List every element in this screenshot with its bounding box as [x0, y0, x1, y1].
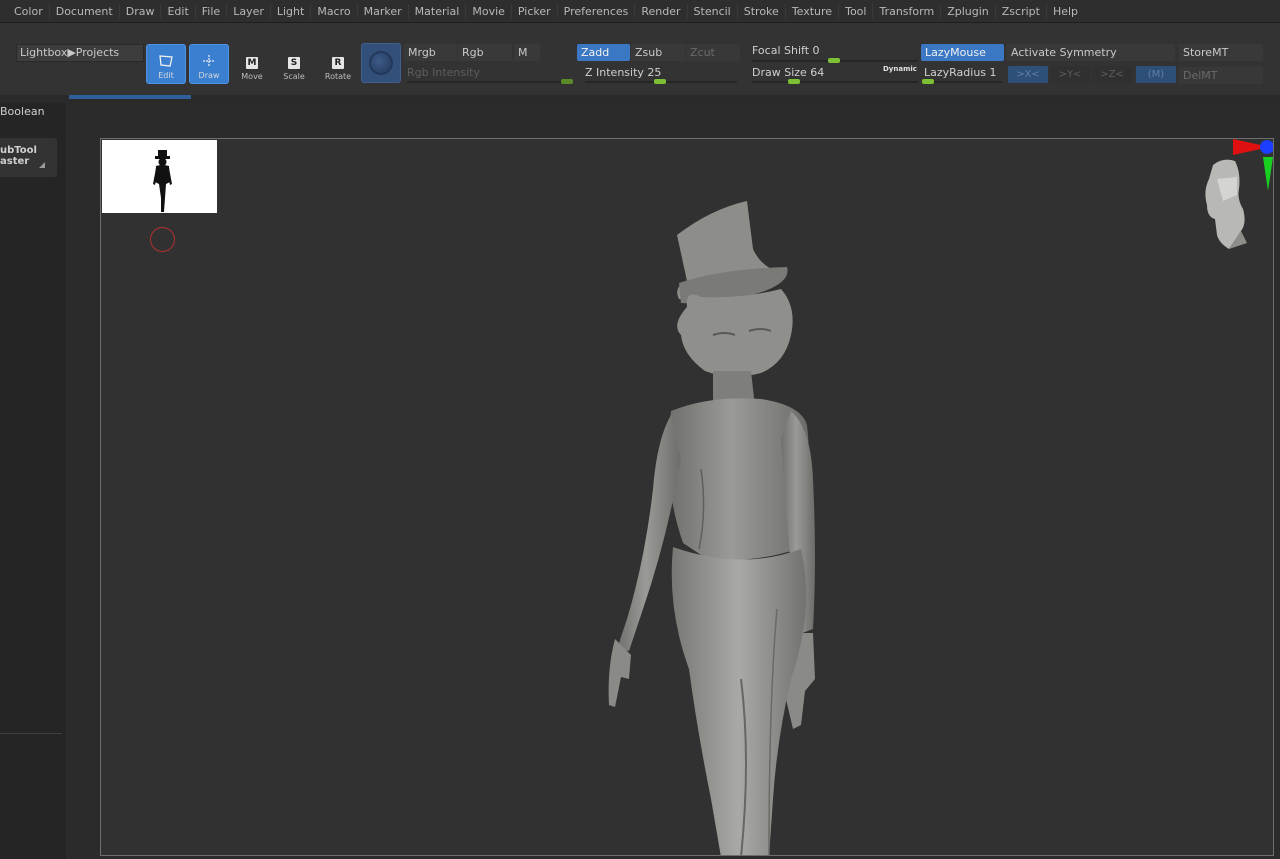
menu-marker[interactable]: Marker	[358, 0, 408, 23]
lazymouse-button[interactable]: LazyMouse	[921, 44, 1004, 61]
symmetry-x-button[interactable]: >X<	[1008, 66, 1048, 83]
menu-zscript[interactable]: Zscript	[996, 0, 1046, 23]
draw-icon	[200, 54, 218, 68]
menu-bar: Color Document Draw Edit File Layer Light Macro…	[0, 0, 1280, 23]
left-tray: Boolean ubTool aster	[0, 103, 66, 859]
menu-transform[interactable]: Transform	[873, 0, 940, 23]
rgb-intensity-knob[interactable]	[561, 79, 573, 84]
tray-divider	[0, 733, 62, 734]
move-icon: M	[246, 57, 258, 69]
rotate-icon: R	[332, 57, 344, 69]
orientation-head-icon[interactable]	[1183, 139, 1273, 259]
top-shelf: Lightbox▶Projects Edit Draw M Move S Sca…	[0, 23, 1280, 95]
zadd-button[interactable]: Zadd	[577, 44, 630, 61]
menu-tool[interactable]: Tool	[839, 0, 872, 23]
material-sphere-icon	[369, 51, 393, 75]
menu-file[interactable]: File	[196, 0, 226, 23]
shelf-strip	[0, 95, 1280, 103]
menu-macro[interactable]: Macro	[311, 0, 356, 23]
focal-shift-label: Focal Shift 0	[752, 44, 820, 57]
draw-size-knob[interactable]	[788, 79, 800, 84]
z-intensity-knob[interactable]	[654, 79, 666, 84]
zsub-button[interactable]: Zsub	[631, 44, 685, 61]
rotate-label: Rotate	[324, 72, 352, 81]
m-button[interactable]: M	[514, 44, 540, 61]
draw-size-slider[interactable]	[752, 81, 918, 83]
rgb-intensity-slider[interactable]	[407, 81, 573, 83]
menu-preferences[interactable]: Preferences	[558, 0, 635, 23]
subtool-master-line1: ubTool	[0, 145, 37, 156]
subtool-master-line2: aster	[0, 156, 30, 167]
edit-icon	[157, 54, 175, 68]
progress-bar	[69, 95, 191, 99]
move-label: Move	[241, 72, 263, 81]
menu-color[interactable]: Color	[8, 0, 49, 23]
zcut-button[interactable]: Zcut	[686, 44, 740, 61]
menu-material[interactable]: Material	[409, 0, 466, 23]
sculpt-model[interactable]	[101, 139, 1274, 856]
scale-button[interactable]: S Scale	[274, 44, 314, 84]
draw-size-label: Draw Size 64	[752, 66, 825, 79]
edit-label: Edit	[158, 71, 174, 80]
menu-edit[interactable]: Edit	[161, 0, 194, 23]
boolean-button[interactable]: Boolean	[0, 105, 45, 118]
lazyradius-knob[interactable]	[922, 79, 934, 84]
menu-zplugin[interactable]: Zplugin	[941, 0, 995, 23]
edit-button[interactable]: Edit	[146, 44, 186, 84]
menu-stencil[interactable]: Stencil	[688, 0, 737, 23]
menu-texture[interactable]: Texture	[786, 0, 838, 23]
menu-help[interactable]: Help	[1047, 0, 1084, 23]
menu-document[interactable]: Document	[50, 0, 119, 23]
symmetry-y-button[interactable]: >Y<	[1050, 66, 1090, 83]
menu-stroke[interactable]: Stroke	[738, 0, 785, 23]
menu-render[interactable]: Render	[635, 0, 686, 23]
symmetry-m-button[interactable]: (M)	[1136, 66, 1176, 83]
draw-button[interactable]: Draw	[189, 44, 229, 84]
menu-picker[interactable]: Picker	[512, 0, 557, 23]
focal-shift-knob[interactable]	[828, 58, 840, 63]
scale-icon: S	[288, 57, 300, 69]
activate-symmetry-button[interactable]: Activate Symmetry	[1007, 44, 1175, 61]
move-button[interactable]: M Move	[232, 44, 272, 84]
material-button[interactable]	[361, 43, 401, 83]
draw-label: Draw	[198, 71, 220, 80]
storemt-button[interactable]: StoreMT	[1179, 44, 1263, 61]
document-canvas[interactable]	[100, 138, 1274, 856]
menu-draw[interactable]: Draw	[120, 0, 161, 23]
scale-label: Scale	[283, 72, 305, 81]
mrgb-button[interactable]: Mrgb	[404, 44, 457, 61]
lightbox-projects-button[interactable]: Lightbox▶Projects	[16, 44, 144, 62]
menu-light[interactable]: Light	[271, 0, 310, 23]
rgb-intensity-label: Rgb Intensity	[407, 66, 480, 79]
menu-layer[interactable]: Layer	[227, 0, 270, 23]
rotate-button[interactable]: R Rotate	[318, 44, 358, 84]
delmt-button[interactable]: DelMT	[1179, 67, 1263, 84]
expand-corner-icon	[39, 162, 45, 168]
menu-movie[interactable]: Movie	[466, 0, 511, 23]
dynamic-toggle[interactable]: Dynamic	[883, 65, 917, 73]
z-intensity-label: Z Intensity 25	[585, 66, 662, 79]
rgb-button[interactable]: Rgb	[458, 44, 512, 61]
subtool-master-button[interactable]: ubTool aster	[0, 138, 57, 177]
lazyradius-label: LazyRadius 1	[924, 66, 997, 79]
symmetry-z-button[interactable]: >Z<	[1092, 66, 1132, 83]
lazyradius-slider[interactable]	[922, 81, 1002, 83]
